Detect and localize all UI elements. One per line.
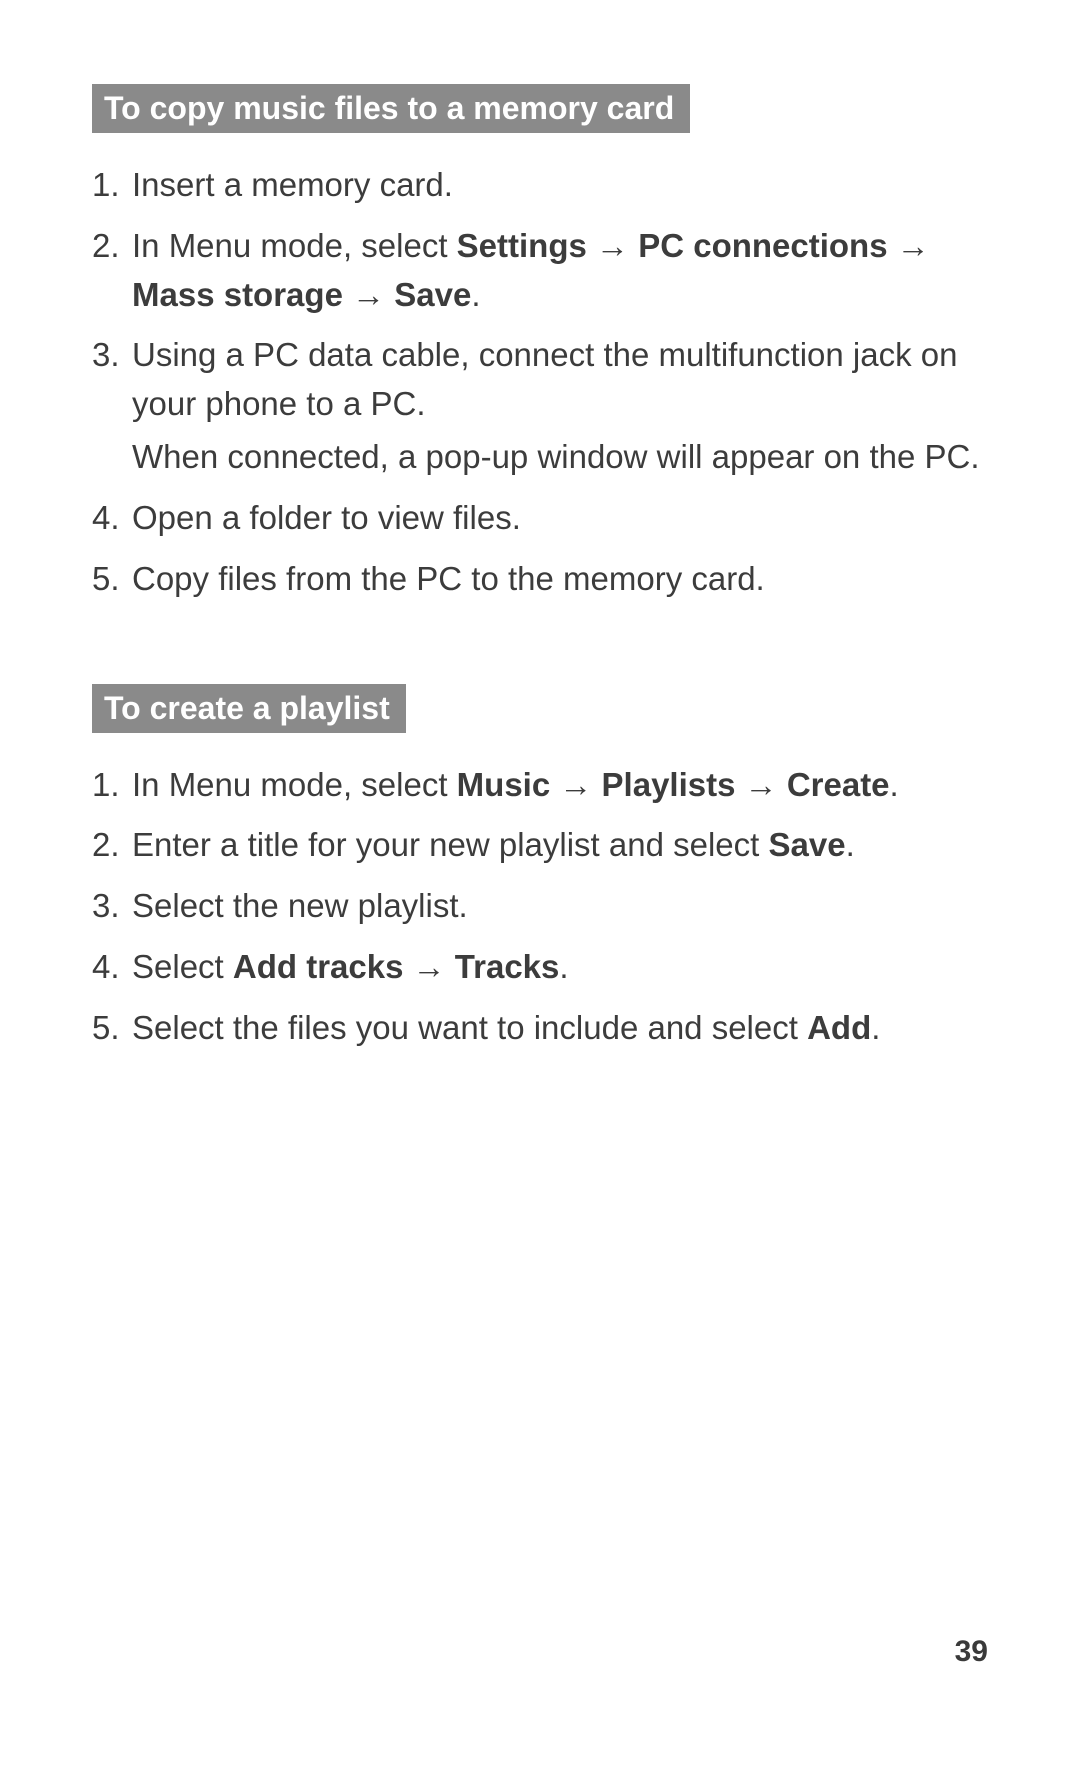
text: Enter a title for your new playlist and … [132, 826, 768, 863]
text: Using a PC data cable, connect the multi… [132, 336, 957, 422]
text: . [871, 1009, 880, 1046]
list-item: Enter a title for your new playlist and … [92, 821, 988, 870]
bold-text: Save [394, 276, 471, 313]
text: In Menu mode, select [132, 766, 457, 803]
list-item: In Menu mode, select Settings → PC conne… [92, 222, 988, 320]
text: → [735, 766, 786, 803]
bold-text: PC connections [638, 227, 887, 264]
bold-text: Playlists [602, 766, 736, 803]
text: . [890, 766, 899, 803]
text: Select the new playlist. [132, 887, 468, 924]
section-2-heading: To create a playlist [92, 684, 406, 733]
text: Copy files from the PC to the memory car… [132, 560, 765, 597]
text: In Menu mode, select [132, 227, 457, 264]
text: → [550, 766, 601, 803]
bold-text: Music [457, 766, 551, 803]
bold-text: Create [787, 766, 890, 803]
text: → [587, 227, 638, 264]
text: . [559, 948, 568, 985]
list-item: Select Add tracks → Tracks. [92, 943, 988, 992]
section-1-heading: To copy music files to a memory card [92, 84, 690, 133]
text: → [888, 227, 930, 264]
text: . [471, 276, 480, 313]
text: Select [132, 948, 233, 985]
section-2: To create a playlist In Menu mode, selec… [92, 616, 988, 1053]
text: . [846, 826, 855, 863]
list-item: Using a PC data cable, connect the multi… [92, 331, 988, 481]
bold-text: Add tracks [233, 948, 404, 985]
bold-text: Mass storage [132, 276, 343, 313]
bold-text: Tracks [455, 948, 560, 985]
page-number: 39 [955, 1635, 988, 1669]
text: When connected, a pop-up window will app… [132, 438, 980, 475]
section-1-list: Insert a memory card. In Menu mode, selec… [92, 161, 988, 604]
bold-text: Add [807, 1009, 871, 1046]
page-content: To copy music files to a memory card Ins… [0, 0, 1080, 1053]
list-item: Open a folder to view files. [92, 494, 988, 543]
section-1: To copy music files to a memory card Ins… [92, 84, 988, 604]
bold-text: Settings [457, 227, 587, 264]
text: → [403, 948, 454, 985]
text: Insert a memory card. [132, 166, 453, 203]
bold-text: Save [768, 826, 845, 863]
section-2-list: In Menu mode, select Music → Playlists →… [92, 761, 988, 1053]
text: Open a folder to view files. [132, 499, 521, 536]
step-paragraph: When connected, a pop-up window will app… [132, 433, 988, 482]
list-item: Select the files you want to include and… [92, 1004, 988, 1053]
list-item: In Menu mode, select Music → Playlists →… [92, 761, 988, 810]
text: Select the files you want to include and… [132, 1009, 807, 1046]
list-item: Copy files from the PC to the memory car… [92, 555, 988, 604]
text: → [343, 276, 394, 313]
step-paragraph: Using a PC data cable, connect the multi… [132, 331, 988, 429]
list-item: Insert a memory card. [92, 161, 988, 210]
list-item: Select the new playlist. [92, 882, 988, 931]
